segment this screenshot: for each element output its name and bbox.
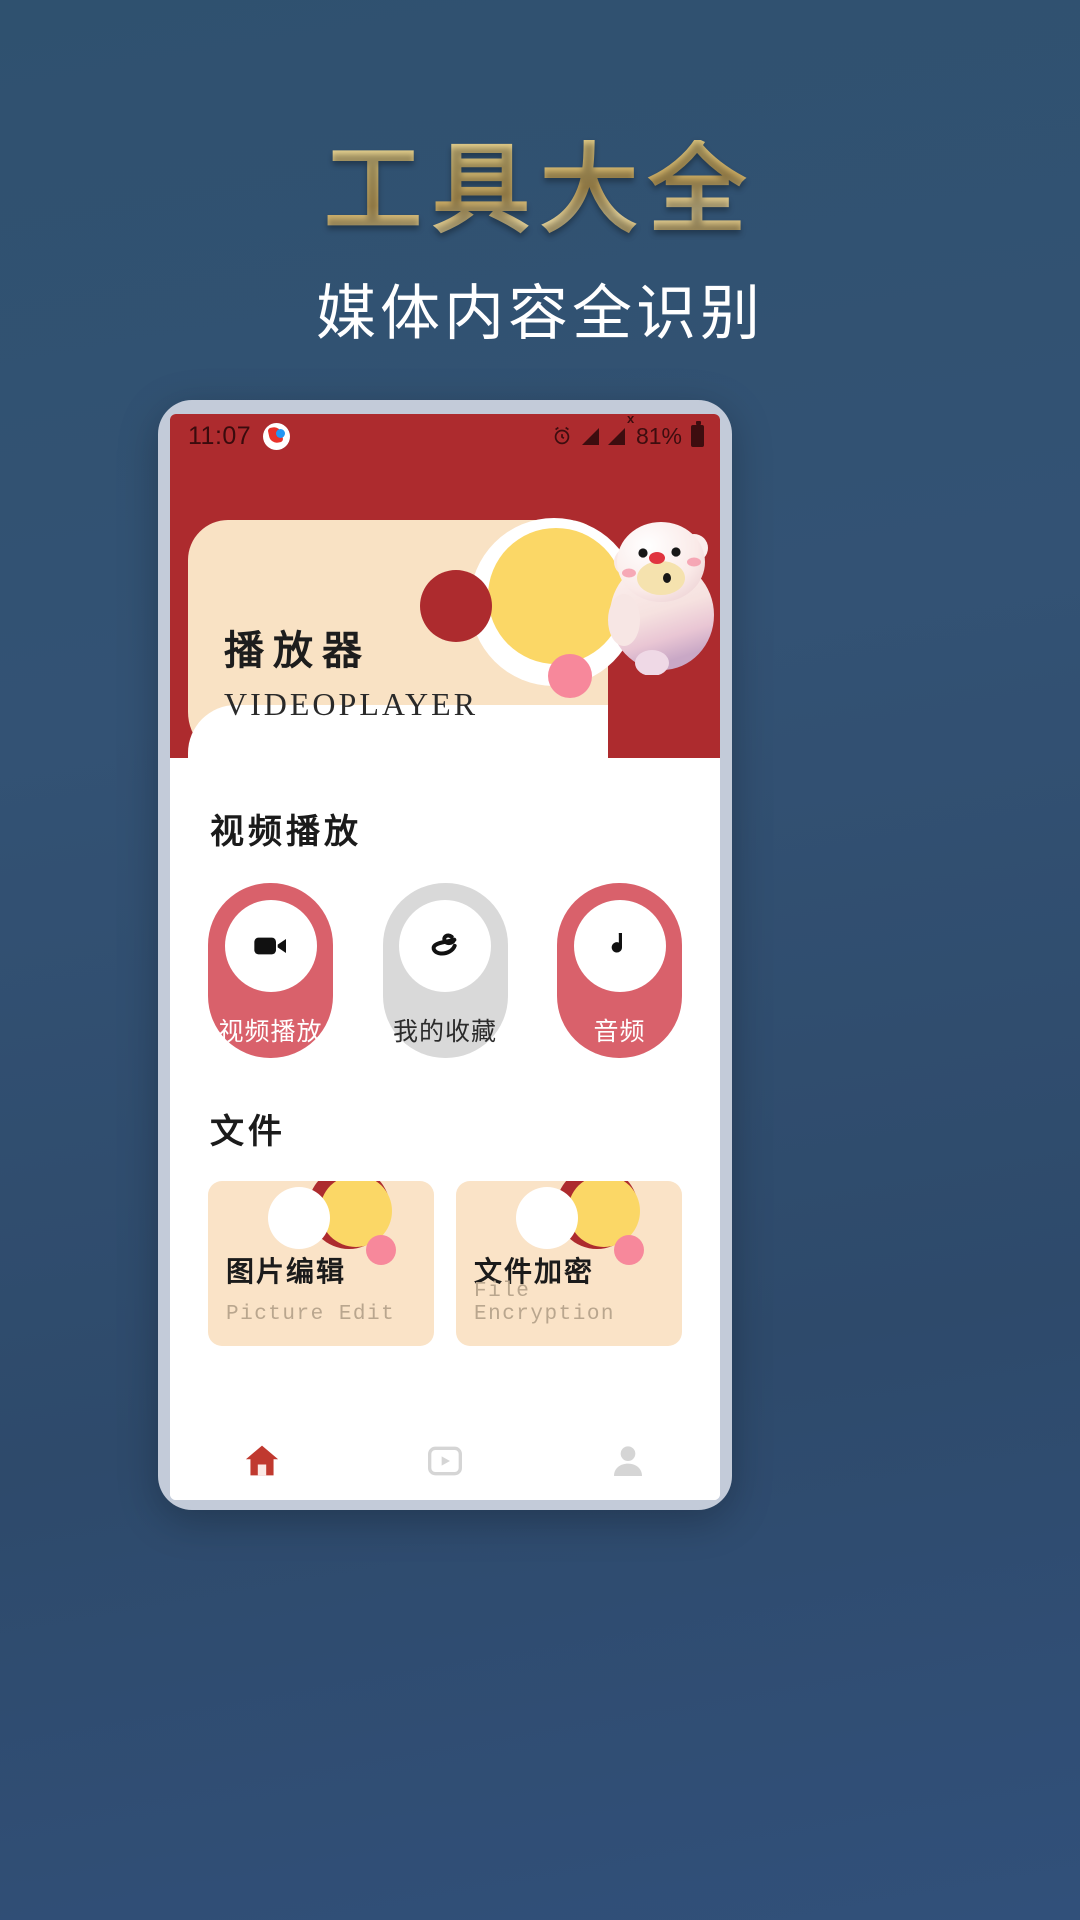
bear-mascot <box>608 522 714 675</box>
file-card-subtitle: File Encryption <box>474 1280 616 1326</box>
status-bar-left: 11:07 <box>188 421 291 451</box>
profile-icon <box>614 1446 643 1476</box>
file-card-picture-edit[interactable]: 图片编辑 Picture Edit <box>208 1181 434 1346</box>
signal-bars-icon <box>581 427 599 445</box>
app-notification-icon <box>263 422 291 450</box>
app-content: 视频播放 视频播放 我的收藏 音频 文件 图片编辑 Picture Edit 文… <box>170 804 720 1346</box>
pill-icon-wrap <box>224 900 317 992</box>
status-bar-right: x 81% <box>551 414 704 450</box>
promo-subtitle: 媒体内容全识别 <box>316 280 764 347</box>
section-title-video: 视频播放 <box>210 814 362 851</box>
signal-x-badge: x <box>626 414 635 426</box>
pill-icon-wrap <box>573 900 666 992</box>
pill-my-favorites[interactable]: 我的收藏 <box>382 883 508 1058</box>
battery-percent: 81% <box>635 422 682 449</box>
nav-item-home[interactable] <box>170 1440 353 1482</box>
play-icon <box>427 1446 462 1476</box>
video-pill-row: 视频播放 我的收藏 音频 <box>170 853 720 1058</box>
file-card-subtitle: Picture Edit <box>226 1303 396 1326</box>
promo-title: 工具大全 <box>323 137 756 245</box>
nav-item-play[interactable] <box>353 1441 536 1481</box>
music-note-icon <box>611 933 622 953</box>
pill-label-my-favorites: 我的收藏 <box>392 1018 497 1046</box>
hero-title-en: VIDEOPLAYER <box>224 686 479 722</box>
battery-icon <box>691 421 704 447</box>
pill-icon-wrap <box>399 900 491 992</box>
decorative-pink-circle <box>366 1235 396 1265</box>
file-card-file-encryption[interactable]: 文件加密 File Encryption <box>456 1181 682 1346</box>
status-bar: 11:07 x 81% <box>170 414 720 458</box>
hero-title-cn: 播放器 <box>224 628 371 673</box>
phone-screen: 11:07 x 81% 播放器 VIDEOPLAYER 视频播放 视频播放 我的… <box>170 414 720 1500</box>
pill-label-audio: 音频 <box>593 1018 646 1046</box>
hero-text-group: 播放器 VIDEOPLAYER <box>224 618 478 723</box>
decorative-white-circle <box>516 1187 578 1249</box>
pill-video-play[interactable]: 视频播放 <box>208 883 333 1058</box>
decorative-pink-circle <box>614 1235 644 1265</box>
bottom-navigation <box>170 1422 720 1500</box>
nav-item-profile[interactable] <box>537 1441 720 1481</box>
pill-audio[interactable]: 音频 <box>557 883 682 1058</box>
status-bar-time: 11:07 <box>188 421 252 450</box>
video-camera-icon <box>253 937 286 955</box>
decorative-white-circle <box>268 1187 330 1249</box>
pill-label-video-play: 视频播放 <box>218 1018 323 1046</box>
hero-banner: 播放器 VIDEOPLAYER <box>170 458 720 758</box>
signal-bars-icon-secondary: x <box>607 414 634 445</box>
phone-frame: 11:07 x 81% 播放器 VIDEOPLAYER 视频播放 视频播放 我的… <box>158 400 732 1510</box>
section-title-files: 文件 <box>210 1114 286 1151</box>
file-card-row: 图片编辑 Picture Edit 文件加密 File Encryption <box>170 1153 720 1346</box>
home-icon <box>245 1445 278 1476</box>
file-card-title: 图片编辑 <box>226 1257 347 1288</box>
alarm-clock-icon <box>551 425 573 447</box>
promo-header: 工具大全 媒体内容全识别 <box>0 0 1080 400</box>
favorite-ribbon-icon <box>431 933 457 956</box>
